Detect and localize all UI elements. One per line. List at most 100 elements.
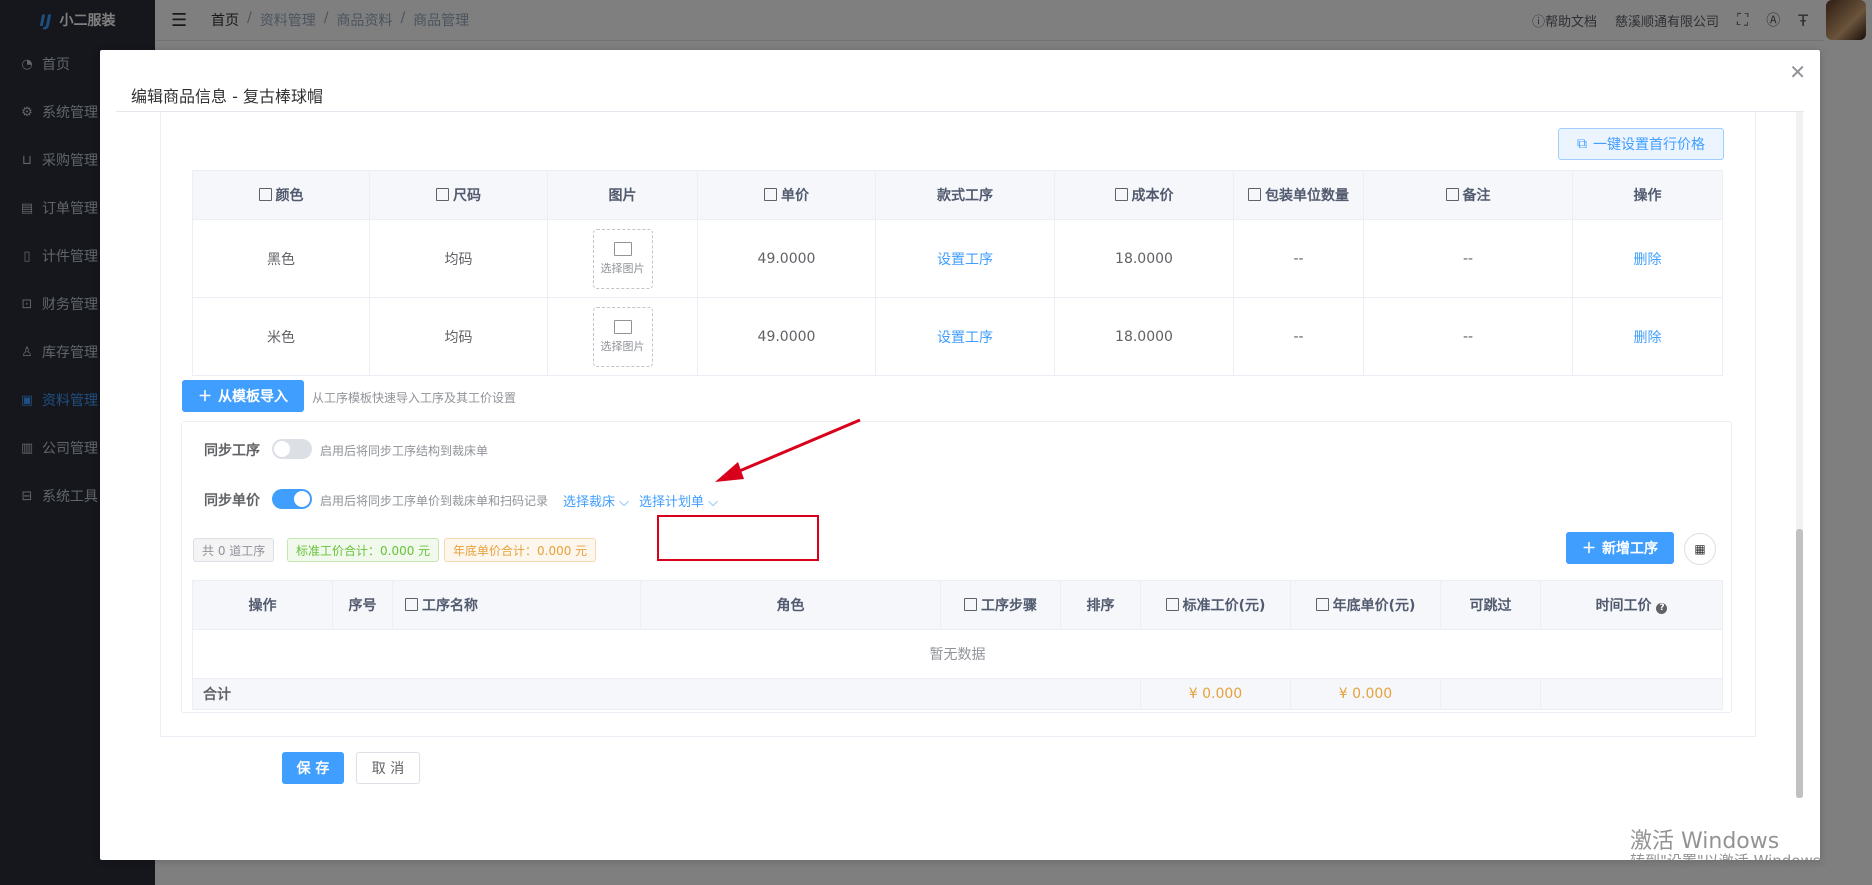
- import-hint: 从工序模板快速导入工序及其工价设置: [312, 391, 517, 405]
- image-upload[interactable]: 选择图片: [592, 306, 653, 367]
- cell-color[interactable]: 黑色: [192, 219, 370, 298]
- col-header-standard: 标准工价(元): [1140, 580, 1291, 630]
- cell-cost[interactable]: 18.0000: [1054, 219, 1234, 298]
- sync-process-hint: 启用后将同步工序结构到裁床单: [320, 444, 489, 458]
- delete-link[interactable]: 删除: [1634, 330, 1662, 346]
- cell-pack[interactable]: --: [1233, 297, 1364, 376]
- switch-knob: [274, 441, 290, 457]
- col-header-action: 操作: [1572, 170, 1723, 220]
- question-icon[interactable]: ?: [1656, 603, 1668, 614]
- scrollbar[interactable]: [1796, 112, 1803, 798]
- set-first-row-price-button[interactable]: ⧉ 一键设置首行价格: [1558, 128, 1724, 160]
- edit-icon: [1445, 188, 1459, 201]
- col-header-skippable: 可跳过: [1440, 580, 1541, 630]
- copy-icon: ⧉: [1577, 136, 1587, 152]
- sync-price-label: 同步单价: [204, 493, 260, 509]
- sku-table: 颜色 尺码 图片 单价 款式工序 成本价 包装单位数量 备注 操作 黑色 均码 …: [192, 170, 1723, 376]
- set-process-link[interactable]: 设置工序: [937, 252, 993, 268]
- annotation-arrow: [715, 418, 861, 482]
- edit-product-dialog: 编辑商品信息 - 复古棒球帽 ✕ ⧉ 一键设置首行价格 颜色 尺码 图片 单价 款…: [100, 50, 1820, 860]
- cell-size[interactable]: 均码: [369, 297, 548, 376]
- col-header-op: 操作: [192, 580, 333, 630]
- select-cutting-bed-dropdown[interactable]: 选择裁床 ⌵: [563, 491, 629, 510]
- sync-price-hint: 启用后将同步工序单价到裁床单和扫码记录: [320, 494, 549, 508]
- col-header-yearend: 年底单价(元): [1290, 580, 1441, 630]
- plus-icon: ＋: [198, 389, 212, 405]
- edit-icon: [1315, 598, 1329, 611]
- edit-icon: [964, 598, 977, 611]
- cell-image: 选择图片: [547, 219, 698, 298]
- cell-process: 设置工序: [875, 297, 1055, 376]
- plus-icon: ＋: [1582, 541, 1596, 557]
- add-process-button[interactable]: ＋新增工序: [1566, 532, 1674, 564]
- cell-color[interactable]: 米色: [192, 297, 370, 376]
- process-table: 操作 序号 工序名称 角色 工序步骤 排序 标准工价(元) 年底单价(元) 可跳…: [192, 580, 1723, 710]
- import-from-template-button[interactable]: ＋从模板导入: [182, 380, 304, 412]
- col-header-role: 角色: [640, 580, 941, 630]
- col-header-time-price: 时间工价 ?: [1540, 580, 1723, 630]
- col-header-size: 尺码: [369, 170, 548, 220]
- edit-icon: [764, 188, 777, 201]
- grid-icon: ▦: [1694, 542, 1706, 556]
- cell-pack[interactable]: --: [1233, 219, 1364, 298]
- sum-empty: [1540, 678, 1723, 710]
- folder-icon: [613, 319, 632, 334]
- empty-text: 暂无数据: [192, 629, 1723, 679]
- sum-yearend: ¥ 0.000: [1290, 678, 1441, 710]
- close-icon[interactable]: ✕: [1789, 60, 1806, 84]
- col-header-price: 单价: [697, 170, 876, 220]
- cancel-button[interactable]: 取 消: [356, 752, 420, 784]
- table-header-row: 颜色 尺码 图片 单价 款式工序 成本价 包装单位数量 备注 操作: [192, 170, 1723, 220]
- cell-action: 删除: [1572, 297, 1723, 376]
- col-header-seq: 序号: [332, 580, 393, 630]
- sum-empty: [1440, 678, 1541, 710]
- column-settings-button[interactable]: ▦: [1684, 533, 1716, 565]
- select-plan-dropdown[interactable]: 选择计划单 ⌵: [639, 491, 718, 510]
- edit-icon: [1114, 188, 1128, 201]
- col-header-cost: 成本价: [1054, 170, 1234, 220]
- save-button[interactable]: 保 存: [282, 752, 344, 784]
- set-process-link[interactable]: 设置工序: [937, 330, 993, 346]
- col-header-step: 工序步骤: [940, 580, 1061, 630]
- sync-price-switch[interactable]: [272, 489, 312, 509]
- col-header-image: 图片: [547, 170, 698, 220]
- edit-icon: [405, 598, 418, 611]
- folder-icon: [613, 241, 632, 256]
- chevron-down-icon: ⌵: [615, 495, 630, 510]
- col-header-color: 颜色: [192, 170, 370, 220]
- delete-link[interactable]: 删除: [1634, 252, 1662, 268]
- col-header-order: 排序: [1060, 580, 1141, 630]
- yearend-total-tag: 年底单价合计：0.000 元: [444, 538, 597, 562]
- edit-icon: [258, 188, 272, 201]
- sync-process-switch[interactable]: [272, 439, 312, 459]
- cell-note[interactable]: --: [1363, 297, 1573, 376]
- empty-row: 暂无数据: [192, 629, 1723, 679]
- edit-icon: [436, 188, 449, 201]
- table-header-row: 操作 序号 工序名称 角色 工序步骤 排序 标准工价(元) 年底单价(元) 可跳…: [192, 580, 1723, 630]
- sum-row: 合计 ¥ 0.000 ¥ 0.000: [192, 678, 1723, 710]
- switch-knob: [294, 491, 310, 507]
- standard-total-tag: 标准工价合计：0.000 元: [287, 538, 440, 562]
- cell-process: 设置工序: [875, 219, 1055, 298]
- process-count-tag: 共 0 道工序: [193, 538, 275, 562]
- table-row: 米色 均码 选择图片 49.0000 设置工序 18.0000 -- -- 删除: [192, 297, 1723, 376]
- cell-cost[interactable]: 18.0000: [1054, 297, 1234, 376]
- table-row: 黑色 均码 选择图片 49.0000 设置工序 18.0000 -- -- 删除: [192, 219, 1723, 298]
- edit-icon: [1165, 598, 1179, 611]
- dialog-title: 编辑商品信息 - 复古棒球帽: [131, 87, 323, 106]
- sum-standard: ¥ 0.000: [1140, 678, 1291, 710]
- cell-price[interactable]: 49.0000: [697, 219, 876, 298]
- col-header-name: 工序名称: [392, 580, 641, 630]
- col-header-process: 款式工序: [875, 170, 1055, 220]
- col-header-note: 备注: [1363, 170, 1573, 220]
- cell-note[interactable]: --: [1363, 219, 1573, 298]
- edit-icon: [1248, 188, 1261, 201]
- cell-action: 删除: [1572, 219, 1723, 298]
- cell-size[interactable]: 均码: [369, 219, 548, 298]
- windows-watermark-sub: 转到"设置"以激活 Windows。: [1630, 852, 1836, 870]
- cell-image: 选择图片: [547, 297, 698, 376]
- scroll-thumb[interactable]: [1796, 529, 1803, 798]
- image-upload[interactable]: 选择图片: [592, 228, 653, 289]
- cell-price[interactable]: 49.0000: [697, 297, 876, 376]
- sync-process-label: 同步工序: [204, 443, 260, 459]
